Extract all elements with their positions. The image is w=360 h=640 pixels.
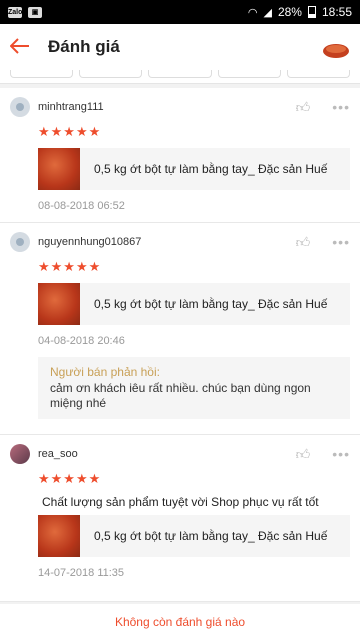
product-image — [38, 148, 80, 190]
seller-reply: Người bán phản hồi: cảm ơn khách iêu rất… — [38, 357, 350, 419]
thumbs-up-icon[interactable]: 👍︎ — [296, 99, 311, 116]
review-time: 08-08-2018 06:52 — [38, 200, 125, 212]
person-icon — [16, 238, 24, 246]
battery-icon — [307, 6, 316, 18]
battery-percent: 28% — [277, 5, 302, 19]
product-name: 0,5 kg ớt bột tự làm bằng tay_ Đặc sản H… — [94, 297, 328, 311]
product-name: 0,5 kg ớt bột tự làm bằng tay_ Đặc sản H… — [94, 162, 328, 176]
more-options-icon[interactable]: ••• — [332, 99, 350, 115]
review-list: minhtrang111 👍︎ ••• ★★★★★ 0,5 kg ớt bột … — [0, 88, 360, 602]
more-options-icon[interactable]: ••• — [332, 234, 350, 250]
image-icon: ▣ — [28, 6, 42, 18]
reviewed-product[interactable]: 0,5 kg ớt bột tự làm bằng tay_ Đặc sản H… — [38, 283, 350, 325]
zalo-icon: Zalo — [8, 6, 23, 18]
product-image — [38, 515, 80, 557]
app-bar: Đánh giá — [0, 24, 360, 70]
avatar[interactable] — [10, 444, 30, 464]
seller-reply-label: Người bán phản hồi: — [50, 365, 160, 379]
review-item: minhtrang111 👍︎ ••• ★★★★★ 0,5 kg ớt bột … — [0, 88, 360, 223]
star-rating: ★★★★★ — [38, 471, 102, 486]
product-thumbnail[interactable] — [322, 33, 350, 61]
reviewed-product[interactable]: 0,5 kg ớt bột tự làm bằng tay_ Đặc sản H… — [38, 148, 350, 190]
more-options-icon[interactable]: ••• — [332, 446, 350, 462]
filter-tab[interactable] — [148, 70, 212, 78]
page-title: Đánh giá — [48, 37, 120, 56]
reviewer-username[interactable]: minhtrang111 — [38, 101, 104, 113]
review-item: rea_soo 👍︎ ••• ★★★★★ Chất lượng sản phẩm… — [0, 435, 360, 602]
reviewed-product[interactable]: 0,5 kg ớt bột tự làm bằng tay_ Đặc sản H… — [38, 515, 350, 557]
filter-tabs — [0, 70, 360, 84]
review-time: 14-07-2018 11:35 — [38, 567, 125, 579]
filter-tab[interactable] — [10, 70, 74, 78]
thumbs-up-icon[interactable]: 👍︎ — [296, 446, 311, 463]
wifi-icon: ◠ — [247, 6, 258, 19]
review-time: 04-08-2018 20:46 — [38, 335, 125, 347]
star-rating: ★★★★★ — [38, 259, 102, 274]
filter-tab[interactable] — [79, 70, 143, 78]
review-item: nguyennhung010867 👍︎ ••• ★★★★★ 0,5 kg ớt… — [0, 223, 360, 435]
product-name: 0,5 kg ớt bột tự làm bằng tay_ Đặc sản H… — [94, 529, 328, 543]
reviewer-username[interactable]: nguyennhung010867 — [38, 236, 141, 248]
star-rating: ★★★★★ — [38, 124, 102, 139]
status-bar: Zalo ▣ ◠ ◢ 28% 18:55 — [0, 0, 360, 24]
no-more-reviews: Không còn đánh giá nào — [0, 604, 360, 640]
product-image — [38, 283, 80, 325]
thumbs-up-icon[interactable]: 👍︎ — [296, 234, 311, 251]
avatar[interactable] — [10, 97, 30, 117]
clock: 18:55 — [321, 5, 352, 19]
reviewer-username[interactable]: rea_soo — [38, 448, 78, 460]
signal-icon: ◢ — [263, 6, 272, 19]
avatar[interactable] — [10, 232, 30, 252]
filter-tab[interactable] — [286, 70, 351, 78]
review-comment: Chất lượng sản phẩm tuyệt vời Shop phục … — [42, 495, 319, 509]
filter-tab[interactable] — [217, 70, 281, 78]
seller-reply-text: cảm ơn khách iêu rất nhiều. chúc bạn dùn… — [50, 381, 311, 410]
person-icon — [16, 103, 24, 111]
back-arrow-icon[interactable] — [9, 35, 42, 59]
